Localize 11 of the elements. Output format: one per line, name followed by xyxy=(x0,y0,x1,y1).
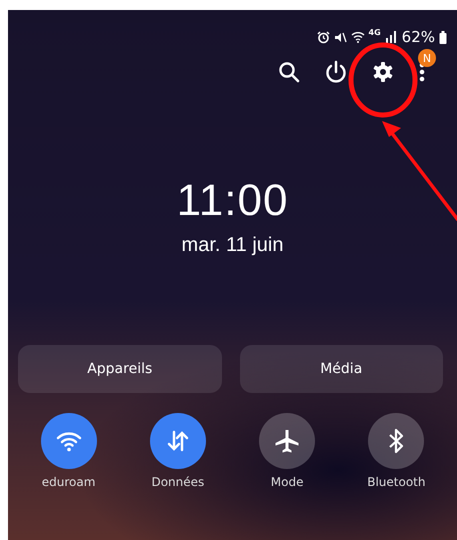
toggle-label: Mode xyxy=(270,475,304,489)
clock-time: 11:00 xyxy=(176,176,288,226)
panel-button[interactable]: Appareils xyxy=(18,345,222,393)
toggle-label: Données xyxy=(151,475,204,489)
panel-button[interactable]: Média xyxy=(240,345,443,393)
toggle-label: Bluetooth xyxy=(367,475,426,489)
network-type: 4G xyxy=(368,28,381,37)
battery-percentage: 62% xyxy=(402,28,435,46)
toggle-label: eduroam xyxy=(42,475,96,489)
clock-date: mar. 11 juin xyxy=(182,234,284,257)
notification-badge: N xyxy=(418,49,436,67)
